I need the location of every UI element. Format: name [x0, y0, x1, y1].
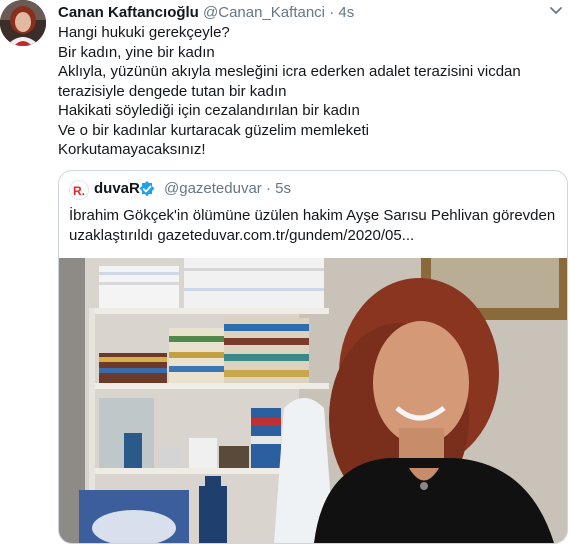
author-display-name[interactable]: Canan Kaftancıoğlu [58, 4, 199, 21]
author-handle[interactable]: @Canan_Kaftanci [203, 4, 325, 21]
tweet-header: Canan Kaftancıoğlu @Canan_Kaftanci · 4s [58, 3, 354, 22]
quoted-time[interactable]: 5s [275, 180, 291, 197]
quoted-media-photo[interactable] [59, 258, 567, 543]
tweet-text: Hangi hukuki gerekçeyle? Bir kadın, yine… [58, 23, 558, 160]
chevron-down-icon[interactable] [548, 2, 564, 18]
tweet-line: Aklıyla, yüzünün akıyla mesleğini icra e… [58, 63, 521, 80]
svg-text:R.: R. [73, 184, 85, 198]
author-avatar[interactable] [0, 0, 46, 46]
verified-badge-icon [139, 181, 155, 197]
tweet-line: Hangi hukuki gerekçeyle? [58, 24, 230, 41]
quoted-tweet[interactable]: R. duvaR @gazeteduvar · 5s İbrahim Gökçe… [58, 170, 568, 544]
tweet-line: Hakikati söylediği için cezalandırılan b… [58, 102, 360, 119]
tweet-line: Ve o bir kadınlar kurtaracak güzelim mem… [58, 121, 369, 139]
quoted-line: İbrahim Gökçek'in ölümüne üzülen hakim A… [69, 207, 556, 224]
quoted-display-name[interactable]: duvaR [94, 180, 140, 198]
tweet-line: terazisiyle dengede tutan bir kadın [58, 82, 287, 100]
quoted-line[interactable]: uzaklaştırıldı gazeteduvar.com.tr/gundem… [69, 226, 559, 246]
quoted-text: İbrahim Gökçek'in ölümüne üzülen hakim A… [69, 206, 559, 245]
separator-dot: · [265, 180, 271, 197]
tweet-line: Korkutamayacaksınız! [58, 141, 206, 158]
separator-dot: · [329, 4, 335, 21]
duvar-logo-icon: R. [69, 180, 89, 200]
tweet-time[interactable]: 4s [338, 4, 354, 21]
quoted-handle[interactable]: @gazeteduvar [164, 180, 262, 197]
quoted-handle-time: @gazeteduvar · 5s [164, 180, 291, 198]
profile-photo-icon [0, 0, 46, 46]
tweet-line: Bir kadın, yine bir kadın [58, 43, 215, 61]
